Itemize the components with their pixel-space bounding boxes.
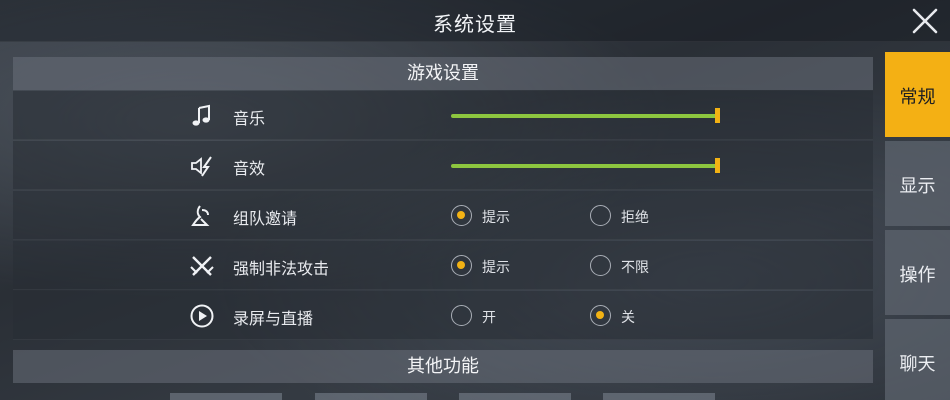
team-invite-label: 组队邀请 bbox=[233, 209, 298, 228]
radio-circle bbox=[451, 305, 472, 326]
other-function-button[interactable] bbox=[315, 393, 427, 400]
tab-label: 操作 bbox=[899, 265, 936, 286]
slider-thumb[interactable] bbox=[715, 158, 720, 173]
settings-row-sound-effects: 音效 bbox=[13, 141, 873, 190]
sound-effects-label: 音效 bbox=[233, 159, 266, 178]
tab-label: 常规 bbox=[899, 87, 936, 108]
radio-label: 提示 bbox=[482, 260, 510, 276]
other-function-button[interactable] bbox=[603, 393, 715, 400]
radio-selected-dot bbox=[457, 211, 465, 219]
close-button[interactable] bbox=[908, 4, 942, 38]
sound-effects-volume-slider[interactable] bbox=[451, 157, 721, 175]
sound-effect-icon bbox=[191, 156, 212, 177]
radio-label: 拒绝 bbox=[621, 210, 649, 226]
settings-row-team-invite: 组队邀请 提示 拒绝 bbox=[13, 191, 873, 240]
radio-circle bbox=[451, 255, 472, 276]
screen-record-label: 录屏与直播 bbox=[233, 309, 314, 328]
radio-circle bbox=[451, 205, 472, 226]
radio-selected-dot bbox=[596, 311, 604, 319]
radio-circle bbox=[590, 305, 611, 326]
music-label: 音乐 bbox=[233, 109, 266, 128]
music-volume-slider[interactable] bbox=[451, 107, 721, 125]
title-bar: 系统设置 bbox=[0, 0, 950, 42]
radio-label: 提示 bbox=[482, 210, 510, 226]
settings-row-forced-attack: 强制非法攻击 提示 不限 bbox=[13, 241, 873, 290]
slider-fill bbox=[451, 114, 717, 118]
radio-label: 开 bbox=[482, 310, 496, 326]
other-functions-header: 其他功能 bbox=[13, 350, 873, 383]
slider-fill bbox=[451, 164, 717, 168]
settings-row-screen-record: 录屏与直播 开 关 bbox=[13, 291, 873, 340]
radio-selected-dot bbox=[457, 261, 465, 269]
close-icon bbox=[912, 8, 938, 34]
team-invite-icon bbox=[191, 205, 210, 226]
side-tab-bar: 常规 显示 操作 聊天 bbox=[885, 52, 950, 400]
tab-display[interactable]: 显示 bbox=[885, 141, 950, 226]
tab-chat[interactable]: 聊天 bbox=[885, 319, 950, 400]
tab-general[interactable]: 常规 bbox=[885, 52, 950, 137]
radio-circle bbox=[590, 255, 611, 276]
window-title: 系统设置 bbox=[433, 12, 517, 36]
other-function-button[interactable] bbox=[170, 393, 282, 400]
game-settings-header: 游戏设置 bbox=[13, 57, 873, 90]
other-function-button[interactable] bbox=[459, 393, 571, 400]
radio-label: 不限 bbox=[621, 260, 649, 276]
tab-label: 聊天 bbox=[899, 354, 936, 375]
play-circle-icon bbox=[190, 304, 214, 328]
settings-panel: 游戏设置 音乐 音效 组队邀请 提示 拒绝 强制非法攻击 提示 不限 录屏与直播… bbox=[13, 57, 873, 400]
radio-circle bbox=[590, 205, 611, 226]
radio-label: 关 bbox=[621, 310, 635, 326]
slider-thumb[interactable] bbox=[715, 108, 720, 123]
settings-row-music: 音乐 bbox=[13, 91, 873, 140]
music-note-icon bbox=[192, 104, 210, 126]
tab-label: 显示 bbox=[899, 176, 936, 197]
forced-attack-label: 强制非法攻击 bbox=[233, 259, 330, 278]
tab-controls[interactable]: 操作 bbox=[885, 230, 950, 315]
crossed-swords-icon bbox=[190, 256, 214, 276]
